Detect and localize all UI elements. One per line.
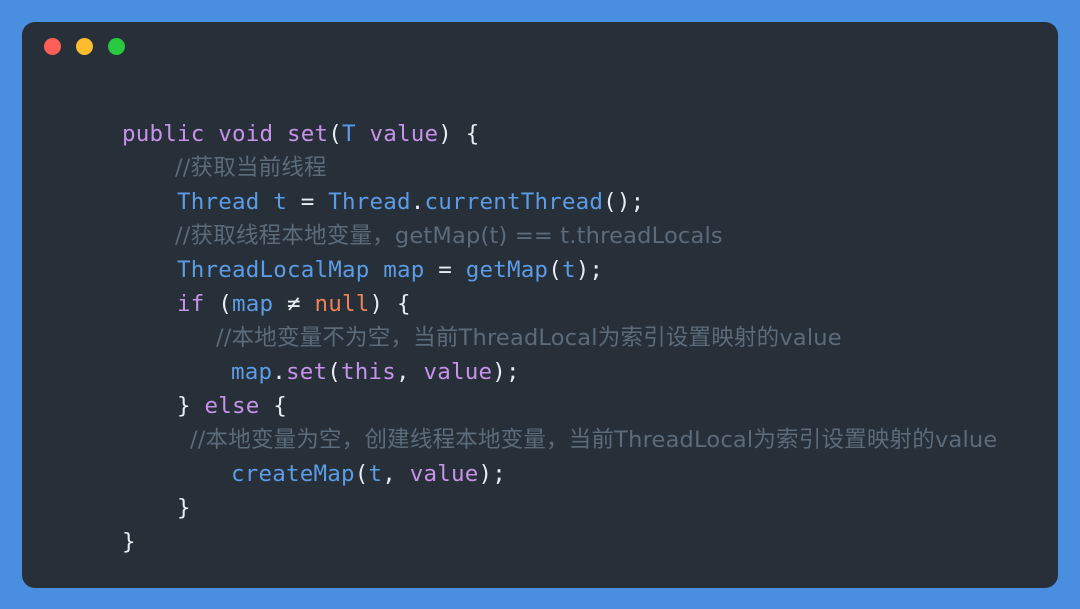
code-token: value — [423, 359, 493, 385]
code-token: } — [177, 393, 205, 419]
code-token: T — [341, 121, 356, 147]
code-line: } — [22, 525, 1058, 559]
code-token: ) { — [369, 291, 411, 317]
code-window-card: public void set(T value) {//获取当前线程 Thread… — [22, 22, 1058, 588]
code-token: currentThread — [424, 189, 604, 215]
code-token: ) { — [438, 121, 480, 147]
code-comment: //本地变量不为空，当前ThreadLocal为索引设置映射的value — [216, 325, 842, 351]
code-line: //本地变量为空，创建线程本地变量，当前ThreadLocal为索引设置映射的v… — [22, 423, 1058, 457]
code-token: if — [177, 291, 205, 317]
code-token: t — [561, 257, 576, 283]
code-token: else — [204, 393, 260, 419]
maximize-button-icon[interactable] — [108, 37, 125, 55]
code-token: set — [286, 121, 329, 147]
code-token: } — [122, 529, 136, 555]
code-token: ( — [204, 291, 232, 317]
code-block[interactable]: public void set(T value) {//获取当前线程 Thread… — [22, 70, 1058, 588]
code-token: } — [177, 495, 191, 521]
code-token: this — [341, 359, 396, 385]
code-token: value — [409, 461, 479, 487]
code-token: set — [286, 359, 328, 385]
close-button-icon[interactable] — [44, 37, 61, 55]
code-line: public void set(T value) { — [22, 117, 1058, 151]
code-token: t — [368, 461, 383, 487]
code-line: } — [22, 491, 1058, 525]
code-token: ( — [354, 461, 369, 487]
code-token: ThreadLocalMap — [177, 257, 370, 283]
code-token: ≠ — [273, 291, 315, 317]
code-line: Thread t = Thread.currentThread(); — [22, 185, 1058, 219]
code-token: (); — [603, 189, 645, 215]
code-token: . — [410, 189, 425, 215]
code-token: createMap — [231, 461, 355, 487]
code-token: map — [231, 359, 273, 385]
screenshot-canvas: public void set(T value) {//获取当前线程 Thread… — [0, 0, 1080, 609]
code-line: map.set(this, value); — [22, 355, 1058, 389]
code-token: , — [382, 461, 410, 487]
code-token: map — [232, 291, 274, 317]
code-token: , — [396, 359, 424, 385]
code-token: Thread — [328, 189, 411, 215]
code-token: { — [259, 393, 287, 419]
code-comment: //获取当前线程 — [175, 155, 327, 181]
code-token: value — [369, 121, 439, 147]
code-line: if (map ≠ null) { — [22, 287, 1058, 321]
code-line: } else { — [22, 389, 1058, 423]
code-token: public void — [122, 121, 287, 147]
minimize-button-icon[interactable] — [76, 37, 93, 55]
code-token: map — [383, 257, 425, 283]
code-token: ); — [575, 257, 604, 283]
code-line: createMap(t, value); — [22, 457, 1058, 491]
code-token: . — [272, 359, 286, 385]
code-token: = — [286, 189, 329, 215]
window-titlebar — [22, 22, 1058, 70]
code-comment: //获取线程本地变量，getMap(t) == t.threadLocals — [175, 223, 723, 249]
code-token: ( — [548, 257, 562, 283]
code-line: ThreadLocalMap map = getMap(t); — [22, 253, 1058, 287]
code-token: ( — [327, 359, 341, 385]
code-line: //获取线程本地变量，getMap(t) == t.threadLocals — [22, 219, 1058, 253]
code-token: ( — [328, 121, 342, 147]
code-token: ); — [478, 461, 506, 487]
code-line: //本地变量不为空，当前ThreadLocal为索引设置映射的value — [22, 321, 1058, 355]
code-token: t — [273, 189, 287, 215]
code-token: = — [424, 257, 466, 283]
code-line: //获取当前线程 — [22, 151, 1058, 185]
code-comment: //本地变量为空，创建线程本地变量，当前ThreadLocal为索引设置映射的v… — [190, 427, 998, 453]
code-token: getMap — [465, 257, 549, 283]
code-token: ); — [492, 359, 520, 385]
code-token: Thread — [177, 189, 260, 215]
code-token: null — [314, 291, 370, 317]
